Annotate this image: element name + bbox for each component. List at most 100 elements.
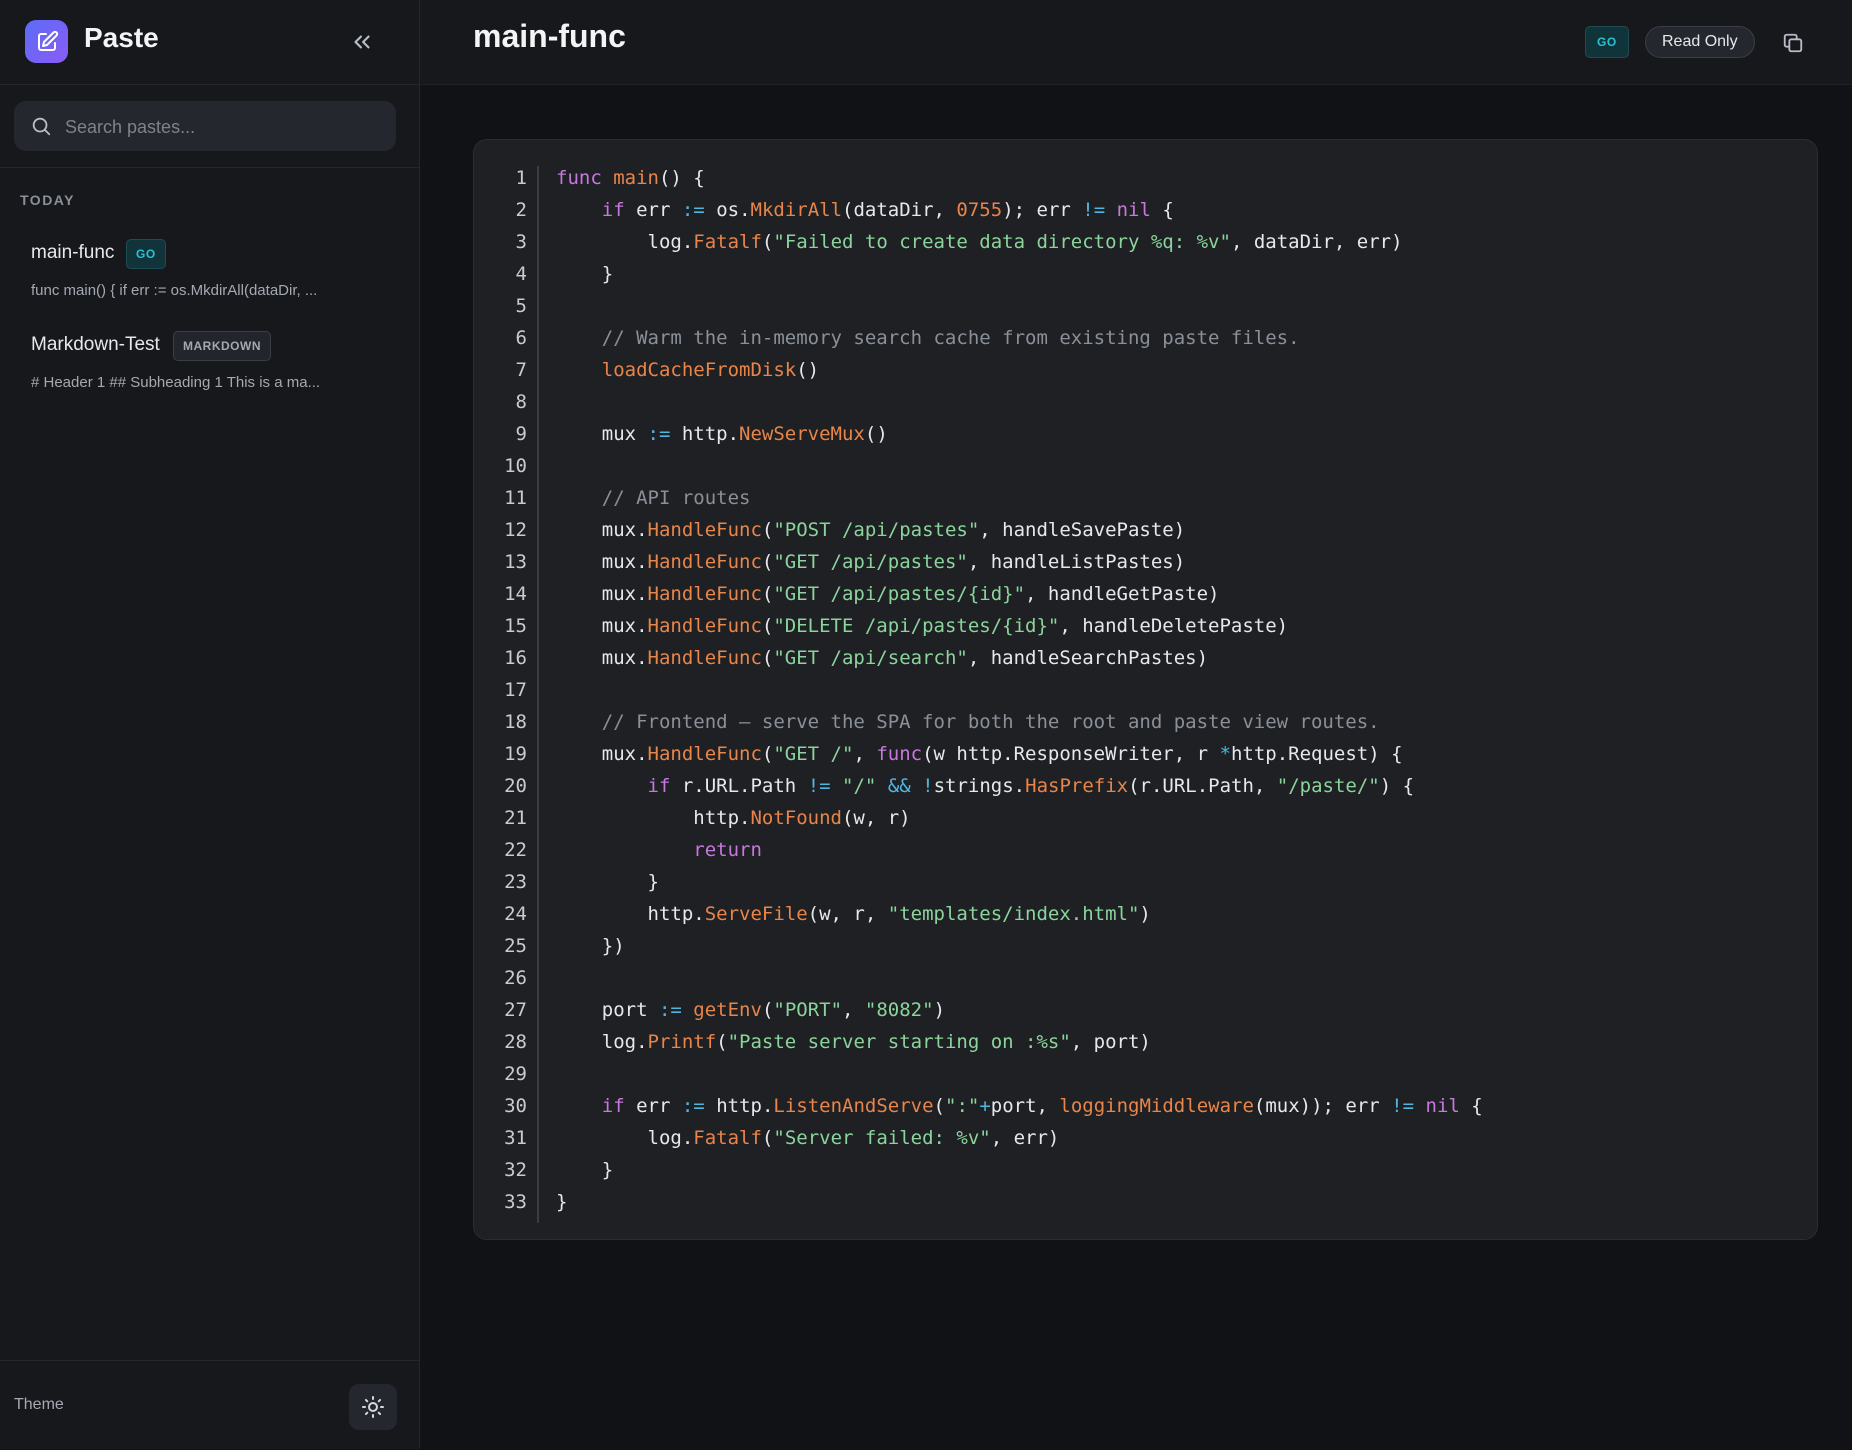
code-token: strings. (933, 775, 1026, 797)
code-token: ) (933, 999, 946, 1021)
line-number: 25 (504, 935, 527, 957)
code-token: ServeFile (704, 903, 808, 925)
paste-preview: # Header 1 ## Subheading 1 This is a ma.… (31, 374, 321, 391)
code-line: mux := http.NewServeMux() (556, 418, 1483, 450)
line-number: 28 (504, 1031, 527, 1053)
top-bar: main-func GO Read Only (420, 0, 1852, 85)
code-token: getEnv (693, 999, 762, 1021)
code-token: != (1082, 199, 1106, 221)
code-token: ( (761, 615, 774, 637)
code-token: nil (1425, 1095, 1460, 1117)
code-token: log. (556, 1127, 694, 1149)
code-token: "templates/index.html" (887, 903, 1140, 925)
paste-list-item[interactable]: Markdown-Test MARKDOWN # Header 1 ## Sub… (14, 322, 404, 406)
code-token: }) (556, 935, 625, 957)
search-box (14, 101, 396, 153)
code-line: // Warm the in-memory search cache from … (556, 322, 1483, 354)
code-token: mux (556, 423, 648, 445)
line-number: 8 (515, 391, 527, 413)
line-number: 18 (504, 711, 527, 733)
code-token: if (601, 1095, 625, 1117)
code-token: loadCacheFromDisk (601, 359, 797, 381)
code-token: ! (922, 775, 934, 797)
line-number: 10 (504, 455, 527, 477)
code-token: ListenAndServe (773, 1095, 934, 1117)
line-number: 23 (504, 871, 527, 893)
code-token: != (807, 775, 831, 797)
code-content[interactable]: func main() { if err := os.MkdirAll(data… (556, 162, 1483, 1218)
copy-button[interactable] (1776, 26, 1810, 60)
code-viewer: 1 2 3 4 5 6 7 8 9 10 11 12 13 14 15 16 17 18 19 20 21 22 23 24 2… (473, 139, 1818, 1240)
code-token: 0755 (956, 199, 1003, 221)
code-line: } (556, 258, 1483, 290)
collapse-sidebar-button[interactable] (344, 26, 380, 58)
code-token: ) { (1379, 775, 1415, 797)
code-token: http. (670, 423, 740, 445)
code-token: MkdirAll (750, 199, 843, 221)
line-number: 13 (504, 551, 527, 573)
code-token: http. (556, 903, 705, 925)
code-token: (r.URL.Path, (1128, 775, 1277, 797)
code-token: NotFound (750, 807, 842, 829)
edit-icon (25, 20, 68, 63)
code-token: , (853, 743, 877, 765)
code-token: "GET /api/pastes" (773, 551, 968, 573)
line-number: 29 (504, 1063, 527, 1085)
sun-icon (362, 1396, 384, 1418)
line-number: 20 (504, 775, 527, 797)
line-number: 21 (504, 807, 527, 829)
language-badge: GO (126, 239, 166, 269)
code-token: ( (761, 231, 774, 253)
code-line: mux.HandleFunc("GET /api/pastes", handle… (556, 546, 1483, 578)
code-token: mux. (556, 583, 648, 605)
line-number: 9 (515, 423, 527, 445)
code-token: log. (556, 231, 694, 253)
code-token: (dataDir, (842, 199, 957, 221)
code-token: "GET /api/pastes/{id}" (773, 583, 1026, 605)
app-root: Paste TODAY main-func GO func main() { i… (0, 0, 1852, 1449)
line-number: 3 (515, 231, 527, 253)
code-token: && (887, 775, 911, 797)
search-input[interactable] (63, 101, 387, 153)
paste-list-item[interactable]: main-func GO func main() { if err := os.… (14, 230, 404, 314)
line-number: 22 (504, 839, 527, 861)
code-token: HandleFunc (647, 615, 762, 637)
code-token: { (1150, 199, 1174, 221)
theme-toggle-button[interactable] (349, 1384, 397, 1430)
code-token: r.URL.Path (670, 775, 808, 797)
line-number: 4 (515, 263, 527, 285)
code-line: // Frontend — serve the SPA for both the… (556, 706, 1483, 738)
code-line: if err := os.MkdirAll(dataDir, 0755); er… (556, 194, 1483, 226)
code-token: mux. (556, 647, 648, 669)
code-token: // Warm the in-memory search cache from … (601, 327, 1300, 349)
code-token: mux. (556, 743, 648, 765)
code-token: HandleFunc (647, 583, 762, 605)
line-number: 27 (504, 999, 527, 1021)
code-token: http.Request) { (1230, 743, 1403, 765)
code-token: ( (761, 743, 774, 765)
code-token: port (556, 999, 659, 1021)
code-token: "Failed to create data directory %q: %v" (773, 231, 1231, 253)
code-token: func (556, 167, 602, 189)
line-number: 33 (504, 1191, 527, 1213)
code-token: http. (704, 1095, 774, 1117)
brand-header: Paste (0, 0, 419, 85)
line-number: 2 (515, 199, 527, 221)
paste-title: main-func (31, 242, 115, 263)
code-line: port := getEnv("PORT", "8082") (556, 994, 1483, 1026)
code-token: } (556, 1191, 568, 1213)
code-token: (w, r) (841, 807, 911, 829)
code-token: } (556, 1159, 614, 1181)
code-line: log.Printf("Paste server starting on :%s… (556, 1026, 1483, 1058)
code-token: := (658, 999, 682, 1021)
language-badge: MARKDOWN (173, 331, 271, 361)
